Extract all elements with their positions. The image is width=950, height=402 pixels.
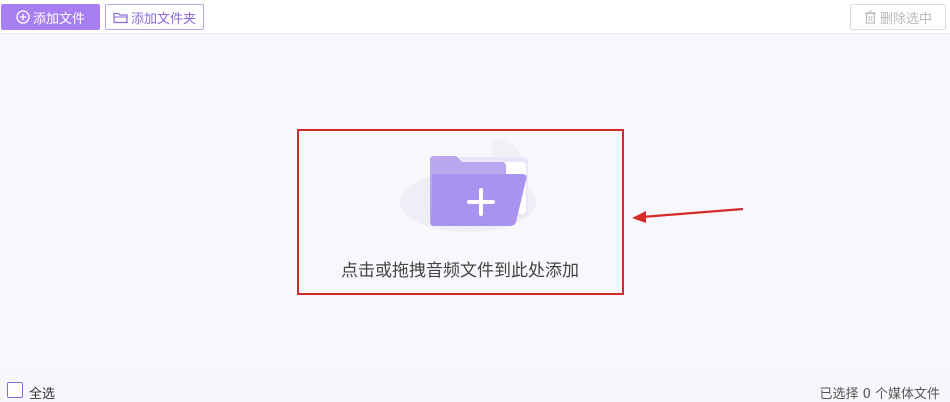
footer xyxy=(0,372,950,400)
selection-status: 已选择 0 个媒体文件 xyxy=(819,387,940,402)
add-folder-button[interactable]: 添加文件夹 xyxy=(105,4,204,30)
delete-selected-label: 删除选中 xyxy=(879,11,932,27)
folder-icon xyxy=(113,11,128,24)
highlight-box xyxy=(297,129,624,295)
select-all-checkbox[interactable] xyxy=(7,382,23,398)
add-file-label: 添加文件 xyxy=(32,11,85,27)
select-all-label[interactable]: 全选 xyxy=(29,383,55,402)
annotation-arrow-icon xyxy=(630,206,746,226)
delete-selected-button[interactable]: 删除选中 xyxy=(850,4,946,30)
trash-icon xyxy=(864,10,877,24)
toolbar: 添加文件 添加文件夹 删除选中 xyxy=(0,0,950,34)
add-folder-label: 添加文件夹 xyxy=(130,11,196,27)
add-file-button[interactable]: 添加文件 xyxy=(1,4,100,30)
plus-circle-icon xyxy=(16,10,30,24)
